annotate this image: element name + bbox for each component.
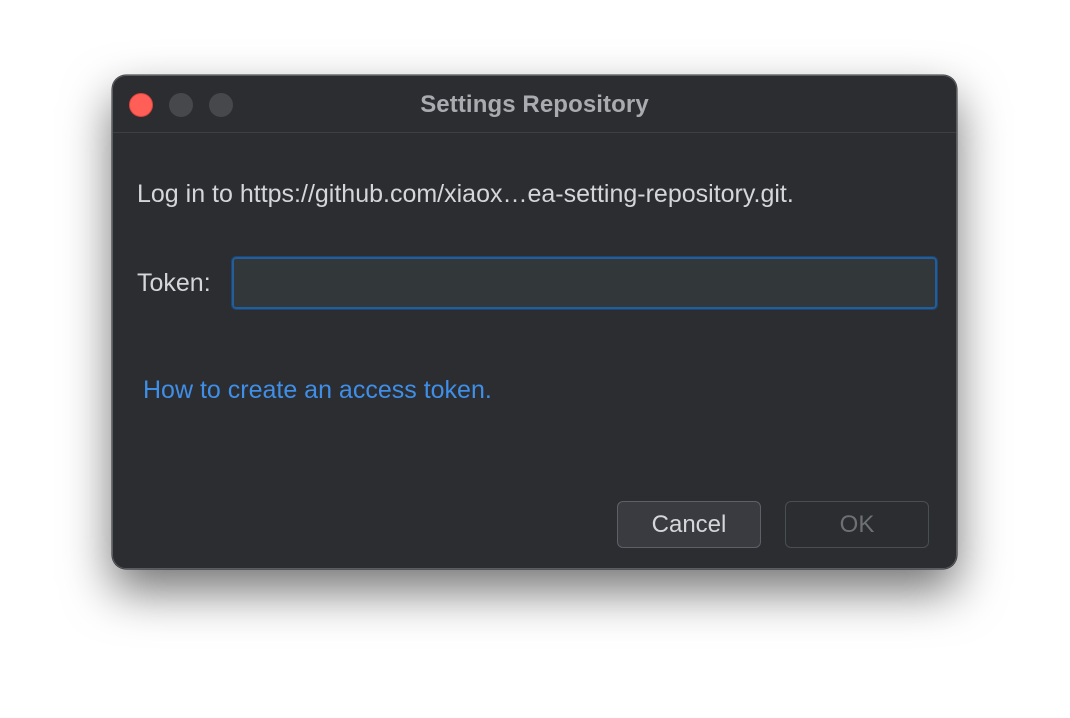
cancel-button[interactable]: Cancel [617, 501, 761, 548]
login-message: Log in to https://github.com/xiaox…ea-se… [137, 180, 794, 208]
token-label: Token: [137, 269, 211, 297]
ok-button[interactable]: OK [785, 501, 929, 548]
screen: Settings Repository Log in to https://gi… [0, 0, 1070, 718]
token-input[interactable] [231, 256, 938, 310]
dialog-title: Settings Repository [420, 91, 649, 118]
settings-repository-dialog: Settings Repository Log in to https://gi… [112, 75, 957, 569]
create-access-token-link[interactable]: How to create an access token. [143, 376, 492, 405]
title-bar[interactable]: Settings Repository [113, 76, 956, 133]
